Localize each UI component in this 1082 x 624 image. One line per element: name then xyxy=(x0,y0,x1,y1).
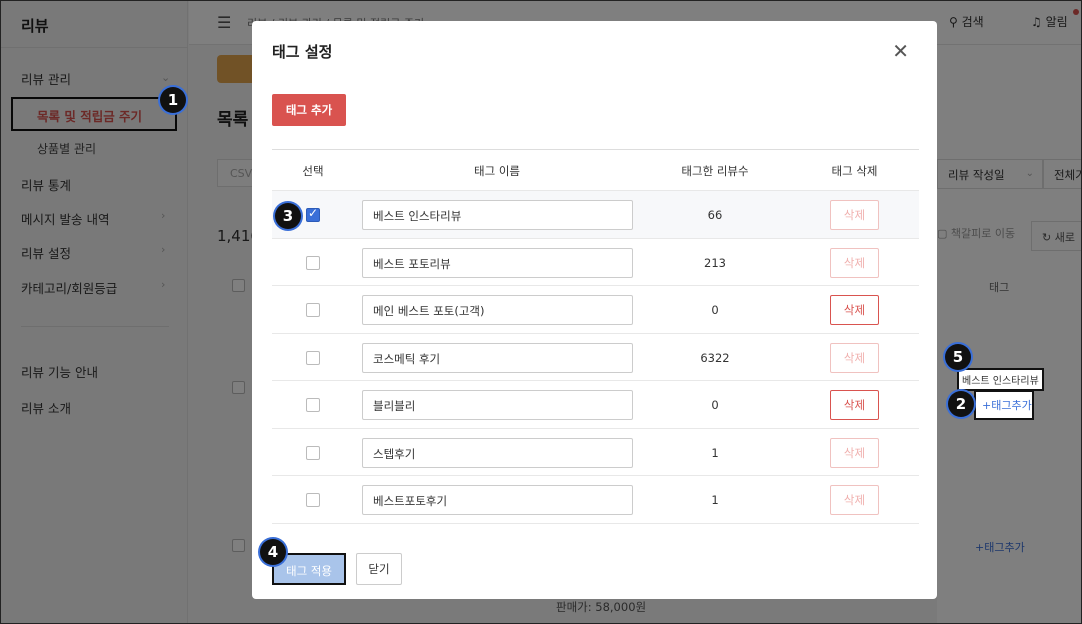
header-review-count: 태그한 리뷰수 xyxy=(681,164,749,178)
review-count-cell: 6322 xyxy=(700,350,730,365)
review-count-cell: 0 xyxy=(711,303,719,317)
app-window: 리뷰 리뷰 관리 ⌄ 목록 및 적립금 주기 상품별 관리 리뷰 통계 메시지 … xyxy=(0,0,1082,624)
step-marker: 3 xyxy=(275,203,301,229)
review-count-cell: 213 xyxy=(704,255,726,270)
close-icon[interactable]: ✕ xyxy=(892,39,909,63)
review-count-cell: 0 xyxy=(711,398,719,412)
add-tag-button[interactable]: 태그 추가 xyxy=(272,94,346,126)
header-tag-name: 태그 이름 xyxy=(474,164,520,178)
delete-button[interactable]: 삭제 xyxy=(830,200,879,230)
tag-name-input[interactable]: 블리블리 xyxy=(362,390,633,420)
step-marker: 5 xyxy=(945,344,971,370)
step-marker: 2 xyxy=(948,391,974,417)
delete-button[interactable]: 삭제 xyxy=(830,390,879,420)
review-count-cell: 66 xyxy=(707,208,723,222)
tag-name-input[interactable]: 메인 베스트 포토(고객) xyxy=(362,295,633,325)
tag-chip[interactable]: 베스트 인스타리뷰 xyxy=(957,368,1044,391)
row-checkbox[interactable] xyxy=(306,255,320,270)
delete-button[interactable]: 삭제 xyxy=(830,437,879,468)
table-row: 메인 베스트 포토(고객) 0 삭제 xyxy=(272,286,919,334)
row-checkbox[interactable] xyxy=(306,445,320,460)
delete-button[interactable]: 삭제 xyxy=(830,295,879,325)
add-tag-link[interactable]: +태그추가 xyxy=(974,390,1034,420)
header-tag-delete: 태그 삭제 xyxy=(831,164,878,178)
row-checkbox[interactable] xyxy=(306,398,320,412)
header-select: 선택 xyxy=(302,164,324,178)
step-marker: 4 xyxy=(260,539,286,565)
tag-name-input[interactable]: 베스트포토후기 xyxy=(362,485,633,515)
delete-button[interactable]: 삭제 xyxy=(830,485,879,515)
tag-settings-modal: 태그 설정 ✕ 태그 추가 선택 태그 이름 태그한 리뷰수 태그 삭제 베스트… xyxy=(252,21,937,599)
close-button[interactable]: 닫기 xyxy=(356,553,402,585)
table-row: 베스트포토후기 1 삭제 xyxy=(272,476,919,524)
review-count-cell: 1 xyxy=(711,445,719,460)
row-checkbox[interactable] xyxy=(306,303,320,317)
delete-button[interactable]: 삭제 xyxy=(830,247,879,278)
step-marker: 1 xyxy=(160,87,186,113)
modal-title: 태그 설정 xyxy=(272,43,333,61)
row-checkbox[interactable] xyxy=(306,350,320,365)
delete-button[interactable]: 삭제 xyxy=(830,342,879,373)
review-count-cell: 1 xyxy=(711,493,719,507)
table-row: 베스트 포토리뷰 213 삭제 xyxy=(272,239,919,286)
table-row: 블리블리 0 삭제 xyxy=(272,381,919,429)
tag-name-input[interactable]: 베스트 인스타리뷰 xyxy=(362,200,633,230)
table-row: 스텝후기 1 삭제 xyxy=(272,429,919,476)
table-header: 선택 태그 이름 태그한 리뷰수 태그 삭제 xyxy=(272,149,919,191)
tag-name-input[interactable]: 코스메틱 후기 xyxy=(362,342,633,373)
tag-table: 선택 태그 이름 태그한 리뷰수 태그 삭제 베스트 인스타리뷰 66 삭제 베… xyxy=(272,149,919,524)
table-row: 베스트 인스타리뷰 66 삭제 xyxy=(272,191,919,239)
row-checkbox[interactable] xyxy=(306,206,320,222)
tag-name-input[interactable]: 스텝후기 xyxy=(362,437,633,468)
tag-name-input[interactable]: 베스트 포토리뷰 xyxy=(362,247,633,278)
row-checkbox[interactable] xyxy=(306,493,320,507)
table-row: 코스메틱 후기 6322 삭제 xyxy=(272,334,919,381)
